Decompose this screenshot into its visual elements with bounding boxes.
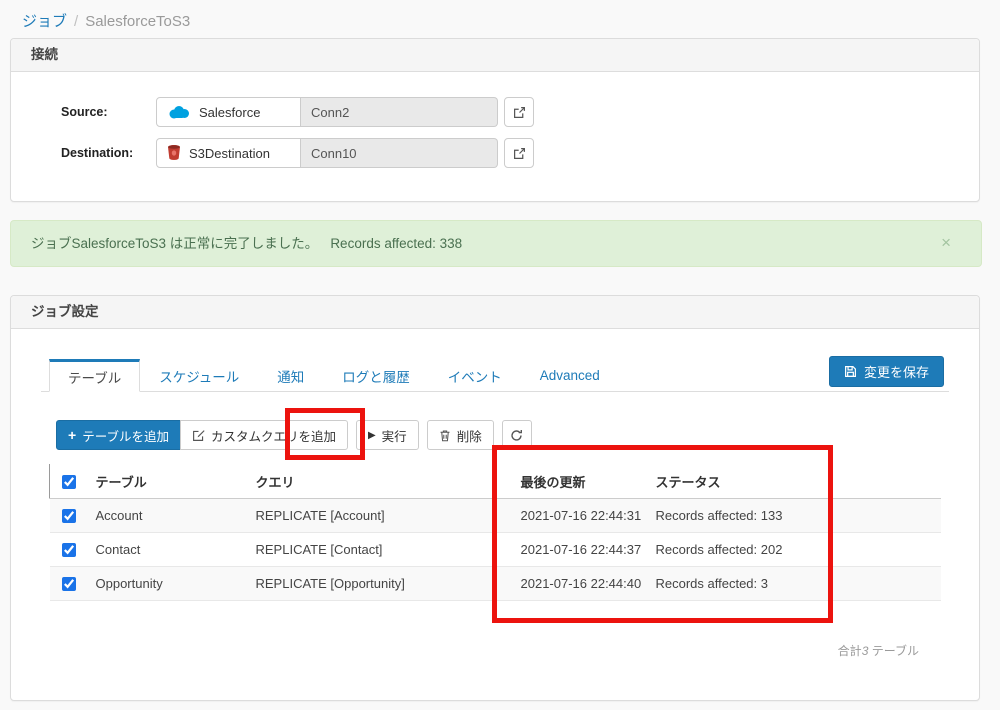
cell-last-update: 2021-07-16 22:44:40 — [520, 566, 656, 601]
save-changes-label: 変更を保存 — [863, 365, 929, 380]
breadcrumb-current: SalesforceToS3 — [85, 13, 191, 30]
source-connector-box: Salesforce — [156, 97, 301, 127]
job-settings-panel: ジョブ設定 テーブル スケジュール 通知 ログと履歴 イベント Advanced… — [10, 295, 980, 701]
destination-connector-box: S3Destination — [156, 138, 301, 168]
col-header-table[interactable]: テーブル — [95, 464, 256, 499]
cell-status: Records affected: 3 — [655, 566, 941, 601]
external-link-icon — [513, 147, 526, 160]
tab-advanced[interactable]: Advanced — [521, 359, 619, 392]
destination-label: Destination: — [61, 146, 134, 160]
destination-connection-input[interactable] — [301, 138, 498, 168]
col-header-status[interactable]: ステータス — [655, 464, 941, 499]
cell-query: REPLICATE [Opportunity] — [255, 566, 521, 601]
success-alert: ジョブSalesforceToS3 は正常に完了しました。 Records aff… — [10, 220, 982, 267]
add-table-button[interactable]: + テーブルを追加 — [56, 420, 181, 450]
alert-close-icon[interactable]: × — [941, 234, 951, 251]
destination-connector-name: S3Destination — [189, 145, 270, 161]
cell-status: Records affected: 133 — [655, 498, 941, 533]
run-button[interactable]: ▶ 実行 — [355, 420, 419, 450]
source-label: Source: — [61, 105, 108, 119]
col-header-query[interactable]: クエリ — [255, 464, 521, 499]
salesforce-cloud-icon — [167, 104, 191, 120]
table-total-count: 合計3 テーブル — [838, 642, 919, 659]
destination-open-connection-button[interactable] — [504, 138, 534, 168]
cell-last-update: 2021-07-16 22:44:37 — [520, 532, 656, 567]
connection-panel: 接続 Source: Salesforce Destination: — [10, 38, 980, 202]
cell-table-name: Contact — [95, 532, 256, 567]
run-label: 実行 — [381, 429, 407, 444]
job-settings-title: ジョブ設定 — [11, 296, 979, 329]
select-all-checkbox[interactable] — [62, 474, 76, 489]
table-row[interactable]: Contact REPLICATE [Contact] 2021-07-16 2… — [49, 532, 941, 567]
table-header-row: テーブル クエリ 最後の更新 ステータス — [49, 464, 941, 499]
tabs: テーブル スケジュール 通知 ログと履歴 イベント Advanced — [49, 359, 619, 392]
total-suffix: テーブル — [868, 644, 919, 658]
row-checkbox[interactable] — [61, 509, 76, 524]
cell-table-name: Opportunity — [95, 566, 256, 601]
cell-last-update: 2021-07-16 22:44:31 — [520, 498, 656, 533]
floppy-disk-icon — [844, 365, 857, 378]
breadcrumb: ジョブ / SalesforceToS3 — [22, 10, 190, 31]
tables-table-wrap: テーブル クエリ 最後の更新 ステータス Account REPLICATE [… — [49, 464, 941, 601]
total-prefix: 合計 — [837, 644, 862, 658]
destination-connection-row: Destination: S3Destination — [11, 138, 979, 168]
breadcrumb-jobs-link[interactable]: ジョブ — [22, 13, 67, 30]
tab-tables[interactable]: テーブル — [49, 359, 141, 392]
success-alert-text: ジョブSalesforceToS3 は正常に完了しました。 Records aff… — [31, 221, 462, 266]
row-checkbox[interactable] — [61, 543, 76, 558]
source-connector-name: Salesforce — [199, 104, 261, 120]
job-detail-page: ジョブ / SalesforceToS3 接続 Source: Salesforce — [0, 0, 1000, 710]
col-header-last-update[interactable]: 最後の更新 — [520, 464, 656, 499]
success-alert-message: ジョブSalesforceToS3 は正常に完了しました。 — [31, 236, 319, 251]
s3-bucket-icon — [167, 145, 181, 161]
refresh-icon — [510, 429, 523, 442]
source-connection-row: Source: Salesforce — [11, 97, 979, 127]
external-link-icon — [513, 106, 526, 119]
tab-events[interactable]: イベント — [429, 359, 521, 392]
add-table-label: テーブルを追加 — [82, 429, 169, 444]
delete-label: 削除 — [456, 429, 482, 444]
source-open-connection-button[interactable] — [504, 97, 534, 127]
cell-table-name: Account — [95, 498, 256, 533]
refresh-button[interactable] — [501, 420, 532, 450]
tab-schedule[interactable]: スケジュール — [140, 359, 258, 392]
delete-button[interactable]: 削除 — [426, 420, 494, 450]
add-custom-query-label: カスタムクエリを追加 — [210, 429, 336, 444]
tables-table: テーブル クエリ 最後の更新 ステータス Account REPLICATE [… — [49, 464, 941, 601]
destination-connection-group: S3Destination — [156, 138, 498, 168]
source-connection-input[interactable] — [301, 97, 498, 127]
table-row[interactable]: Account REPLICATE [Account] 2021-07-16 2… — [49, 498, 941, 533]
cell-query: REPLICATE [Contact] — [255, 532, 521, 567]
breadcrumb-separator: / — [74, 13, 79, 30]
pencil-square-icon — [192, 429, 205, 442]
play-icon: ▶ — [367, 429, 376, 441]
add-custom-query-button[interactable]: カスタムクエリを追加 — [179, 420, 348, 450]
cell-query: REPLICATE [Account] — [255, 498, 521, 533]
tab-logging[interactable]: ログと履歴 — [323, 359, 429, 392]
connection-panel-title: 接続 — [11, 39, 979, 72]
success-alert-records: Records affected: 338 — [330, 236, 463, 251]
tab-notify[interactable]: 通知 — [258, 359, 323, 392]
row-checkbox[interactable] — [61, 577, 76, 592]
source-connection-group: Salesforce — [156, 97, 498, 127]
table-toolbar: + テーブルを追加 カスタムクエリを追加 ▶ 実行 削除 — [56, 420, 532, 450]
plus-icon: + — [68, 427, 77, 443]
save-changes-button[interactable]: 変更を保存 — [828, 356, 944, 387]
trash-icon — [439, 429, 451, 442]
tab-bar: テーブル スケジュール 通知 ログと履歴 イベント Advanced — [41, 358, 949, 392]
cell-status: Records affected: 202 — [655, 532, 941, 567]
table-row[interactable]: Opportunity REPLICATE [Opportunity] 2021… — [49, 566, 941, 601]
